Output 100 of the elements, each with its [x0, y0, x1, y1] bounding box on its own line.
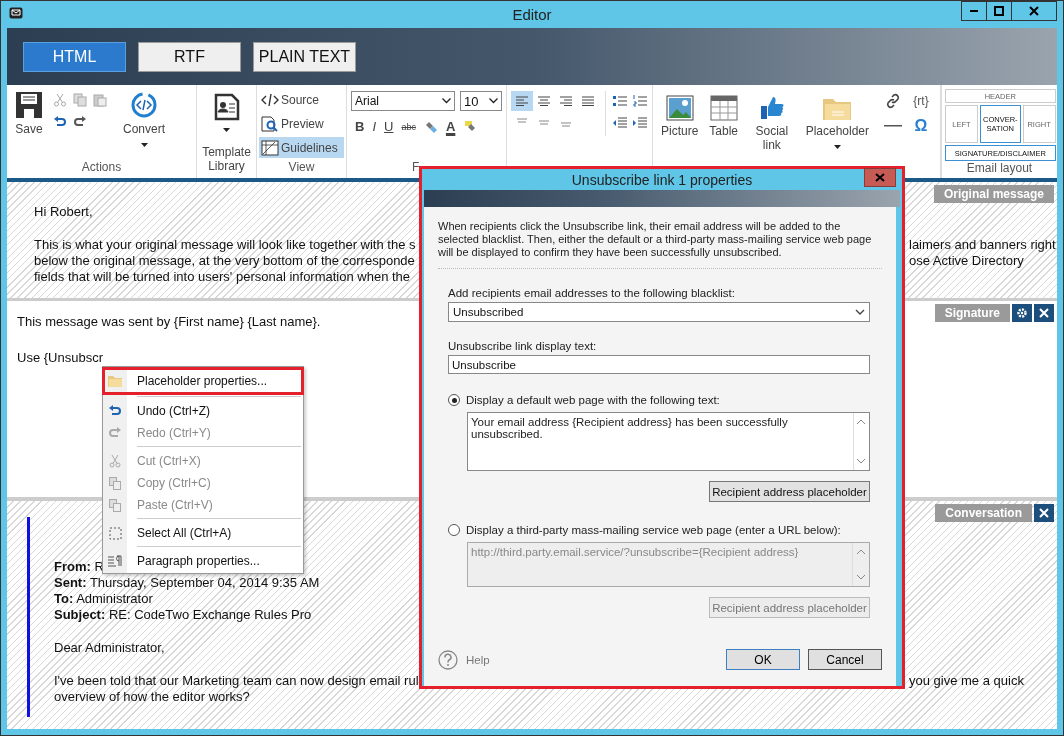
- cancel-button[interactable]: Cancel: [808, 649, 882, 670]
- align-icon: [537, 96, 551, 106]
- close-icon: [875, 173, 885, 182]
- table-button[interactable]: Table: [705, 91, 743, 138]
- minimize-icon: [970, 10, 978, 12]
- bullet-list-icon[interactable]: [612, 94, 628, 108]
- numbered-list-icon[interactable]: [632, 94, 648, 108]
- decrease-indent-icon[interactable]: [612, 116, 628, 130]
- increase-indent-icon[interactable]: [632, 116, 648, 130]
- minimize-button[interactable]: [961, 1, 987, 21]
- folder-icon: [108, 375, 122, 387]
- menu-item[interactable]: Placeholder properties...: [103, 368, 303, 394]
- header-line: Sent: Thursday, September 04, 2014 9:35 AM: [54, 575, 320, 591]
- close-icon: [1039, 308, 1049, 318]
- underline-button[interactable]: U: [384, 119, 394, 134]
- chevron-down-icon[interactable]: [856, 458, 867, 464]
- maximize-button[interactable]: [986, 1, 1012, 21]
- text-area[interactable]: Your email address {Recipient address} has been successfully unsubscribed.: [467, 412, 870, 471]
- font-size-dropdown[interactable]: 10: [460, 91, 502, 111]
- ok-button[interactable]: OK: [726, 649, 800, 670]
- group-label: Actions: [80, 160, 123, 176]
- display-text-field[interactable]: Unsubscribe: [448, 355, 870, 374]
- body-text: laimers and banners right: [909, 237, 1056, 253]
- save-button[interactable]: Save: [11, 91, 47, 136]
- dialog-title: Unsubscribe link 1 properties: [571, 171, 753, 188]
- settings-icon: [1016, 307, 1028, 319]
- app-icon: [9, 7, 23, 19]
- chevron-down-icon: [489, 98, 498, 104]
- group-label: View: [287, 160, 316, 176]
- description-text: When recipients click the Unsubscribe link, their email address will be added to the selected blacklist. Then, either the default or a third-party mass-mailing service web page will be displayed to confirm they have been successfully unsubscribed.: [438, 220, 873, 259]
- template-library-button[interactable]: Template Library: [201, 91, 252, 176]
- font-color-button[interactable]: A: [445, 119, 456, 134]
- placeholder-button[interactable]: Recipient address placeholder: [709, 481, 870, 502]
- redo-icon: [109, 427, 121, 439]
- format-tab[interactable]: PLAIN TEXT: [253, 41, 356, 72]
- group-label: F: [411, 160, 421, 176]
- body-text: below the original message, at the very bottom of the corresponde: [34, 253, 415, 269]
- font-family-dropdown[interactable]: Arial: [351, 91, 455, 111]
- caret-icon: [833, 145, 841, 149]
- settings-button[interactable]: [1012, 304, 1032, 322]
- bold-button[interactable]: B: [355, 119, 365, 134]
- remove-button[interactable]: [1034, 304, 1054, 322]
- align-icon: [581, 96, 595, 106]
- grid-icon: [261, 139, 279, 156]
- copy-icon: [109, 498, 121, 512]
- close-button[interactable]: [1011, 1, 1057, 21]
- body-text: This is what your original message will look like together with the s: [34, 237, 416, 253]
- view-button[interactable]: Guidelines: [259, 137, 344, 158]
- chevron-up-icon[interactable]: [856, 419, 867, 425]
- menu-item[interactable]: Undo (Ctrl+Z): [103, 400, 303, 422]
- header-line: To: Administrator: [54, 591, 153, 607]
- italic-button[interactable]: I: [372, 119, 376, 134]
- close-icon: [1029, 6, 1039, 16]
- placeholder-button[interactable]: Placeholder: [801, 91, 873, 149]
- field-label: Add recipients email addresses to the following blacklist:: [448, 287, 736, 299]
- caret-icon: [140, 143, 148, 147]
- maximize-icon: [994, 6, 1004, 16]
- help-icon: [438, 649, 458, 670]
- help-button[interactable]: Help: [438, 649, 490, 670]
- scissors-icon: [109, 454, 121, 468]
- rich-text-button[interactable]: {rt}: [913, 94, 929, 108]
- window-title: Editor: [512, 6, 552, 23]
- header-line: Subject: RE: CodeTwo Exchange Rules Pro: [54, 607, 312, 623]
- body-text: This message was sent by {First name} {Last name}.: [17, 314, 321, 330]
- align-icon: [559, 96, 573, 106]
- body-text: you give me a quick: [909, 673, 1024, 689]
- remove-button[interactable]: [1034, 504, 1054, 522]
- align-icon: [515, 96, 529, 106]
- body-text: Hi Robert,: [34, 204, 93, 220]
- highlighter-icon[interactable]: [463, 119, 478, 134]
- symbol-button[interactable]: Ω: [914, 117, 928, 135]
- undo-icon[interactable]: [53, 115, 67, 129]
- format-tab[interactable]: HTML: [23, 41, 126, 72]
- section-tag: Conversation: [935, 504, 1032, 522]
- link-icon[interactable]: [885, 93, 901, 109]
- menu-item[interactable]: Paragraph properties...: [103, 550, 303, 572]
- section-tag: Signature: [934, 304, 1010, 322]
- picture-button[interactable]: Picture: [657, 91, 703, 138]
- menu-item[interactable]: Select All (Ctrl+A): [103, 522, 303, 544]
- social-button[interactable]: Social link: [745, 91, 799, 152]
- horizontal-line-icon[interactable]: [884, 124, 902, 128]
- redo-icon[interactable]: [73, 115, 87, 129]
- close-button[interactable]: [864, 168, 896, 187]
- caret-icon: [223, 128, 230, 132]
- radio-button[interactable]: [448, 394, 460, 406]
- format-tab[interactable]: RTF: [138, 41, 241, 72]
- strikethrough-button[interactable]: abc: [401, 121, 416, 132]
- view-button[interactable]: Source: [259, 89, 344, 110]
- thumbs-up-icon: [758, 95, 785, 121]
- convert-button[interactable]: Convert: [119, 91, 170, 147]
- section-tag: Original message: [933, 185, 1054, 203]
- view-button[interactable]: Preview: [259, 113, 344, 134]
- body-text: fields that will be turned into users' personal information when the: [34, 269, 411, 285]
- group-label: Email layout: [965, 161, 1034, 176]
- blacklist-dropdown[interactable]: Unsubscribed: [448, 302, 870, 322]
- close-icon: [1039, 508, 1049, 518]
- selection-icon: [108, 526, 122, 540]
- field-label: Unsubscribe link display text:: [448, 340, 598, 352]
- code-icon: [261, 92, 279, 107]
- paragraph-icon: [108, 555, 122, 567]
